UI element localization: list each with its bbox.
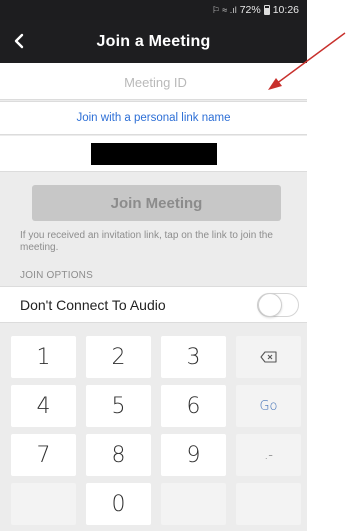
- display-name-field[interactable]: [0, 136, 307, 172]
- key-8[interactable]: 8: [86, 434, 151, 476]
- backspace-icon: [259, 351, 277, 363]
- symbol-key[interactable]: .-: [236, 434, 301, 476]
- phone-screen: ⚐ ≈ .ıl 72% 10:26 Join a Meeting Join wi…: [0, 0, 307, 531]
- audio-toggle[interactable]: [257, 293, 299, 317]
- go-key[interactable]: Go: [236, 385, 301, 427]
- key-7[interactable]: 7: [11, 434, 76, 476]
- clock: 10:26: [272, 4, 299, 16]
- audio-option-row: Don't Connect To Audio: [0, 286, 307, 323]
- key-1[interactable]: 1: [11, 336, 76, 378]
- status-bar: ⚐ ≈ .ıl 72% 10:26: [0, 0, 307, 20]
- blank-key-left: [11, 483, 76, 525]
- redacted-name-block: [90, 142, 217, 165]
- join-meeting-button[interactable]: Join Meeting: [32, 185, 281, 221]
- toggle-knob: [258, 293, 282, 317]
- back-button[interactable]: [10, 31, 28, 51]
- key-0[interactable]: 0: [86, 483, 151, 525]
- key-4[interactable]: 4: [11, 385, 76, 427]
- invitation-hint-text: If you received an invitation link, tap …: [20, 230, 273, 253]
- backspace-key[interactable]: [236, 336, 301, 378]
- battery-icon: [263, 5, 270, 15]
- blank-key-right: [236, 483, 301, 525]
- header-bar: Join a Meeting: [0, 20, 307, 63]
- meeting-id-field-container: [0, 63, 307, 101]
- signal-icon: ⚐ ≈ .ıl: [211, 4, 237, 15]
- key-9[interactable]: 9: [161, 434, 226, 476]
- key-2[interactable]: 2: [86, 336, 151, 378]
- page-title: Join a Meeting: [96, 32, 211, 50]
- battery-percent: 72%: [239, 4, 261, 16]
- audio-option-label: Don't Connect To Audio: [20, 296, 166, 313]
- key-6[interactable]: 6: [161, 385, 226, 427]
- numeric-keyboard: 1 2 3 4 5 6 Go 7 8 9 .- 0: [0, 329, 307, 531]
- blank-key-middle: [161, 483, 226, 525]
- personal-link-button[interactable]: Join with a personal link name: [0, 101, 307, 135]
- key-3[interactable]: 3: [161, 336, 226, 378]
- key-5[interactable]: 5: [86, 385, 151, 427]
- meeting-id-input[interactable]: [0, 63, 307, 101]
- join-options-heading: JOIN OPTIONS: [20, 270, 93, 281]
- chevron-left-icon: [14, 33, 24, 49]
- status-icons: ⚐ ≈ .ıl 72% 10:26: [212, 4, 299, 16]
